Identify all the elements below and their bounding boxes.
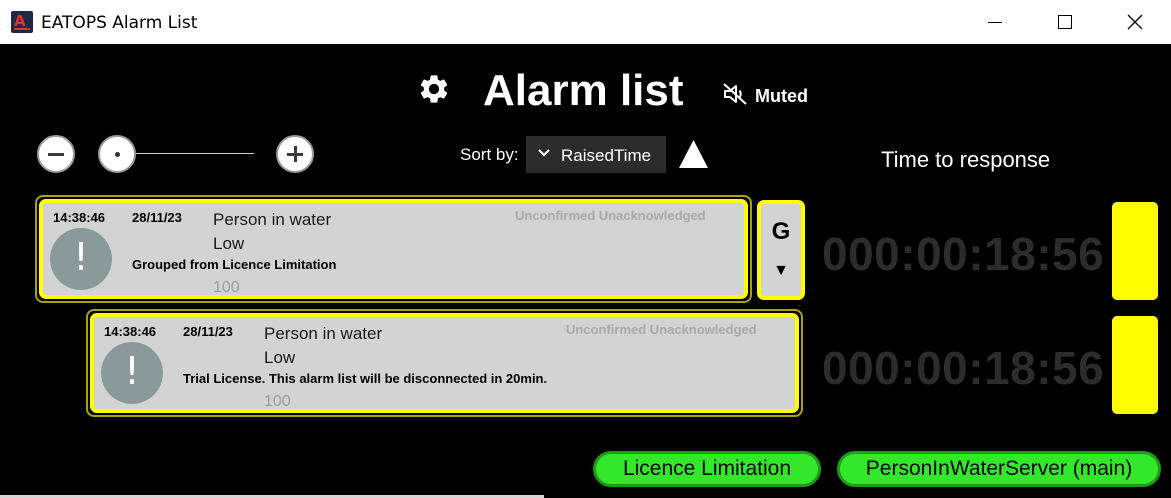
sort-dropdown[interactable]: RaisedTime	[526, 136, 666, 173]
minus-icon	[48, 153, 64, 156]
alarm-title: Person in water	[264, 324, 383, 343]
alarm-status: Unconfirmed Unacknowledged	[515, 208, 706, 223]
app-logo-icon: A	[11, 11, 33, 33]
alarm-date: 28/11/23	[183, 324, 233, 339]
alarm-card[interactable]: 14:38:46 28/11/23 Person in water Low Un…	[39, 199, 748, 299]
alarm-timer: 000:00:18:56	[822, 228, 1105, 280]
sort-selected-value: RaisedTime	[561, 146, 652, 165]
maximize-icon	[1058, 15, 1072, 29]
alarm-time: 14:38:46	[104, 324, 157, 339]
group-expand-button[interactable]: G ▼	[757, 200, 805, 300]
sort-ascending-icon[interactable]	[677, 138, 710, 170]
time-to-response-label: Time to response	[881, 147, 1051, 172]
minimize-icon	[988, 21, 1002, 23]
alarm-timer: 000:00:18:56	[822, 342, 1105, 394]
alarm-date: 28/11/23	[132, 210, 182, 225]
close-button[interactable]	[1100, 0, 1170, 44]
alarm-time: 14:38:46	[53, 210, 106, 225]
alarm-severity: Low	[213, 234, 245, 253]
alarm-response-indicator	[1112, 202, 1158, 300]
alarm-response-indicator	[1112, 316, 1158, 414]
maximize-button[interactable]	[1030, 0, 1100, 44]
close-icon	[1127, 14, 1143, 30]
alarm-message: Grouped from Licence Limitation	[132, 257, 337, 272]
speaker-muted-icon[interactable]	[722, 82, 748, 106]
minimize-button[interactable]	[960, 0, 1030, 44]
alarm-message: Trial License. This alarm list will be d…	[183, 371, 548, 386]
zoom-in-button[interactable]	[276, 135, 314, 173]
alarm-number: 100	[213, 279, 240, 296]
zoom-slider-track[interactable]	[118, 153, 254, 154]
alarm-exclamation-icon: !	[50, 228, 112, 290]
triangle-down-icon: ▼	[773, 262, 789, 279]
alarm-exclamation-icon: !	[101, 342, 163, 404]
alarm-card[interactable]: 14:38:46 28/11/23 Person in water Low Un…	[90, 313, 799, 413]
chevron-down-icon	[538, 149, 550, 157]
window-title: EATOPS Alarm List	[41, 13, 198, 33]
server-button-person-in-water[interactable]: PersonInWaterServer (main)	[837, 451, 1161, 487]
gear-icon[interactable]	[417, 72, 451, 106]
alarm-number: 100	[264, 393, 291, 410]
sort-label: Sort by:	[460, 145, 519, 164]
group-label: G	[771, 218, 791, 245]
mute-status: Muted	[755, 86, 808, 106]
alarm-title: Person in water	[213, 210, 332, 229]
alarm-severity: Low	[264, 348, 296, 367]
page-title: Alarm list	[483, 66, 684, 115]
zoom-out-button[interactable]	[37, 135, 75, 173]
server-button-licence-limitation[interactable]: Licence Limitation	[593, 451, 821, 487]
alarm-status: Unconfirmed Unacknowledged	[566, 322, 757, 337]
zoom-slider-thumb[interactable]	[98, 135, 136, 173]
title-bar: A EATOPS Alarm List	[0, 0, 1171, 44]
